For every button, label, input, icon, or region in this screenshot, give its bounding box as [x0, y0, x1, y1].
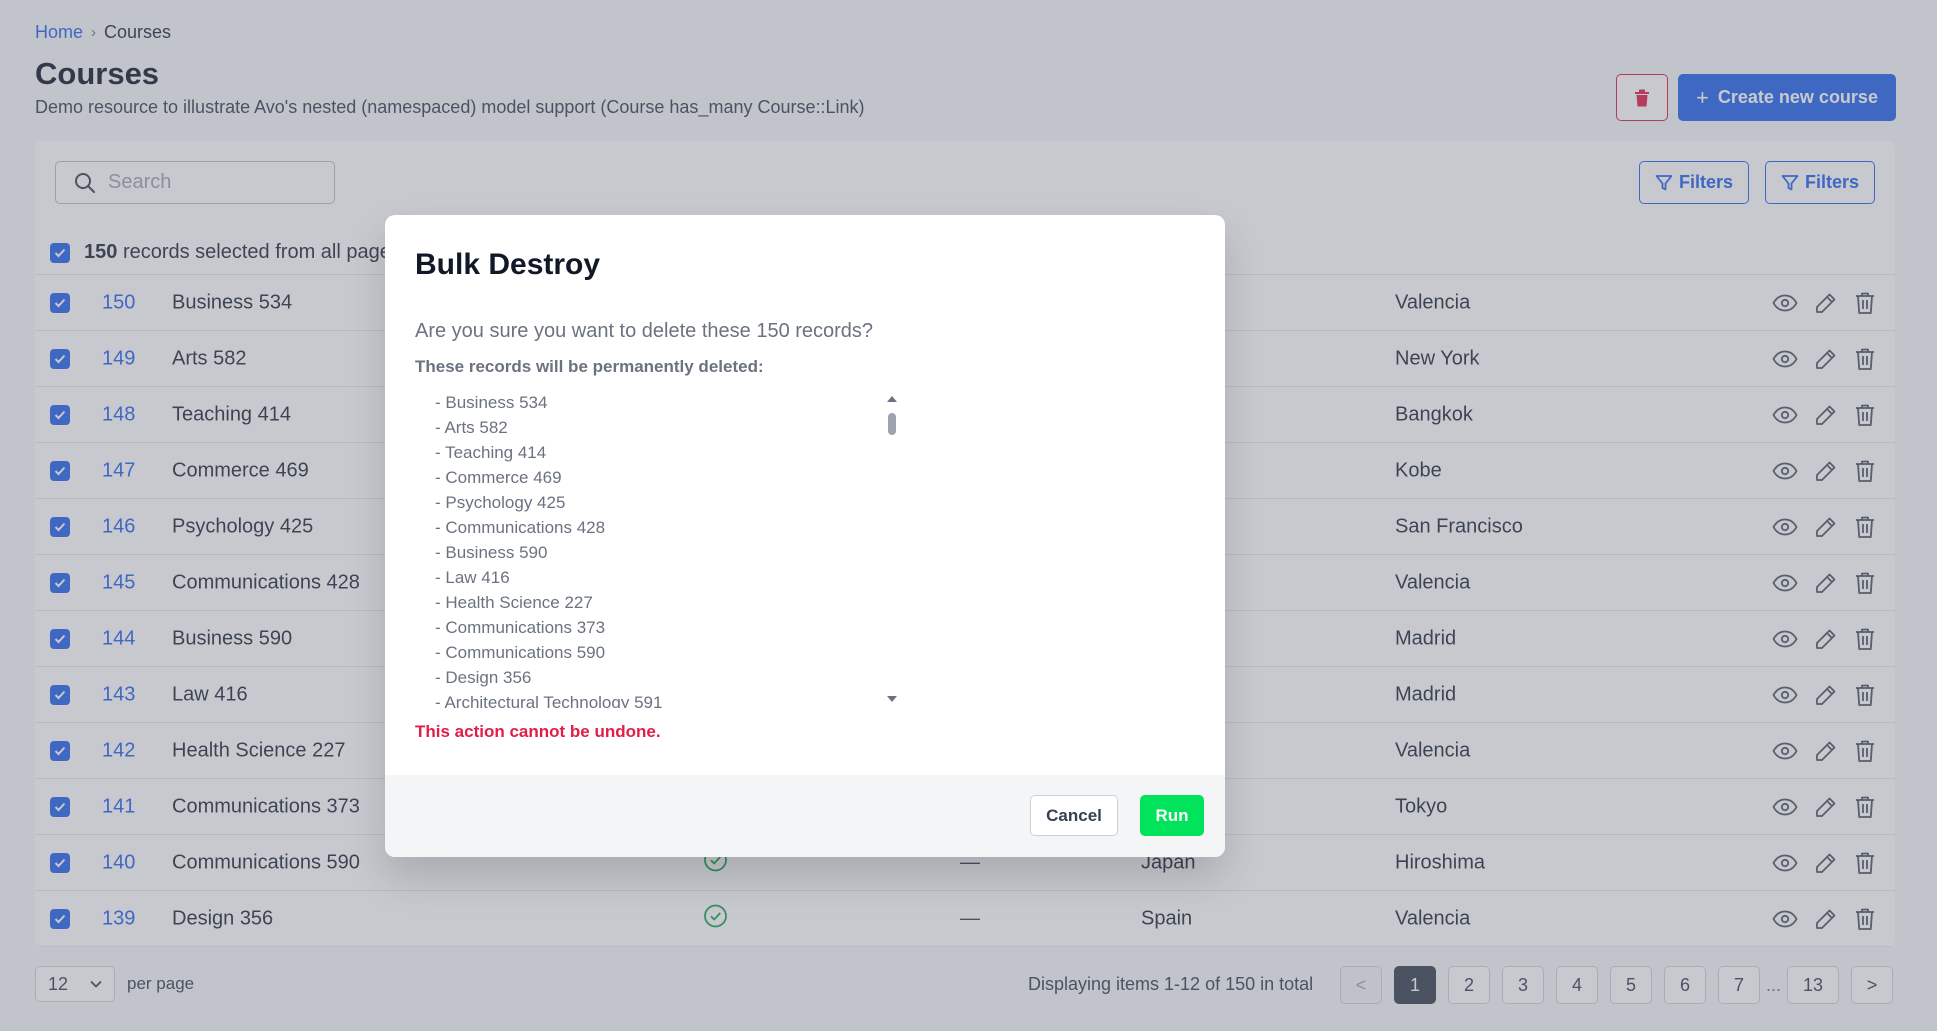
list-item: - Communications 428 — [435, 518, 606, 537]
list-item: - Design 356 — [435, 668, 532, 687]
list-item: - Communications 373 — [435, 618, 606, 637]
page: Home › Courses Courses Demo resource to … — [0, 0, 1937, 1031]
scrollbar-graphic — [887, 396, 897, 702]
list-scrollbar[interactable] — [883, 393, 901, 705]
list-item: - Business 534 — [435, 393, 548, 412]
cancel-button[interactable]: Cancel — [1030, 795, 1118, 836]
list-item: - Business 590 — [435, 543, 548, 562]
scroll-down-arrow-icon[interactable] — [887, 696, 897, 702]
records-to-delete-list[interactable]: - Business 534 - Arts 582 - Teaching 414 - … — [415, 390, 885, 708]
list-item: - Law 416 — [435, 568, 510, 587]
modal-subheading: These records will be permanently delete… — [415, 357, 764, 376]
modal-warning: This action cannot be undone. — [415, 722, 661, 741]
list-item: - Teaching 414 — [435, 443, 547, 462]
list-item: - Psychology 425 — [435, 493, 566, 512]
run-button[interactable]: Run — [1140, 795, 1204, 836]
list-item: - Commerce 469 — [435, 468, 562, 487]
list-item: - Architectural Technology 591 — [435, 693, 663, 708]
modal-title: Bulk Destroy — [415, 248, 601, 281]
list-item: - Arts 582 — [435, 418, 508, 437]
list-item: - Health Science 227 — [435, 593, 593, 612]
bulk-destroy-modal: Bulk Destroy Are you sure you want to de… — [385, 215, 1225, 857]
modal-question: Are you sure you want to delete these 15… — [415, 320, 874, 342]
modal-footer: Cancel Run — [385, 775, 1225, 857]
scrollbar-thumb[interactable] — [888, 413, 896, 435]
list-item: - Communications 590 — [435, 643, 606, 662]
scroll-up-arrow-icon[interactable] — [887, 396, 897, 402]
